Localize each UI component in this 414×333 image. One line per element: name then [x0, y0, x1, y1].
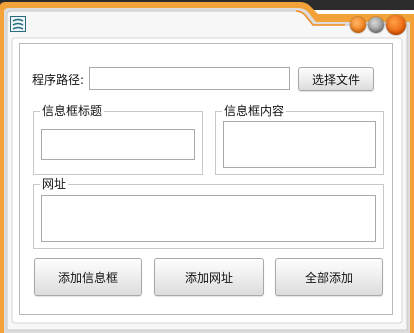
maximize-button[interactable]: [368, 17, 384, 33]
close-button[interactable]: [386, 15, 406, 35]
add-all-button[interactable]: 全部添加: [275, 258, 383, 296]
infobox-content-input[interactable]: [223, 121, 376, 168]
infobox-content-group-label: 信息框内容: [222, 103, 287, 119]
program-path-label: 程序路径:: [32, 73, 85, 87]
add-url-button[interactable]: 添加网址: [154, 258, 264, 296]
url-group-label: 网址: [40, 176, 69, 192]
minimize-button[interactable]: [350, 17, 366, 33]
url-input[interactable]: [41, 195, 376, 242]
choose-file-button[interactable]: 选择文件: [298, 67, 374, 91]
app-logo-icon: [10, 16, 26, 32]
infobox-title-input[interactable]: [41, 129, 195, 160]
program-path-input[interactable]: [89, 67, 290, 90]
add-infobox-button[interactable]: 添加信息框: [34, 258, 142, 296]
infobox-title-group-label: 信息框标题: [40, 103, 105, 119]
